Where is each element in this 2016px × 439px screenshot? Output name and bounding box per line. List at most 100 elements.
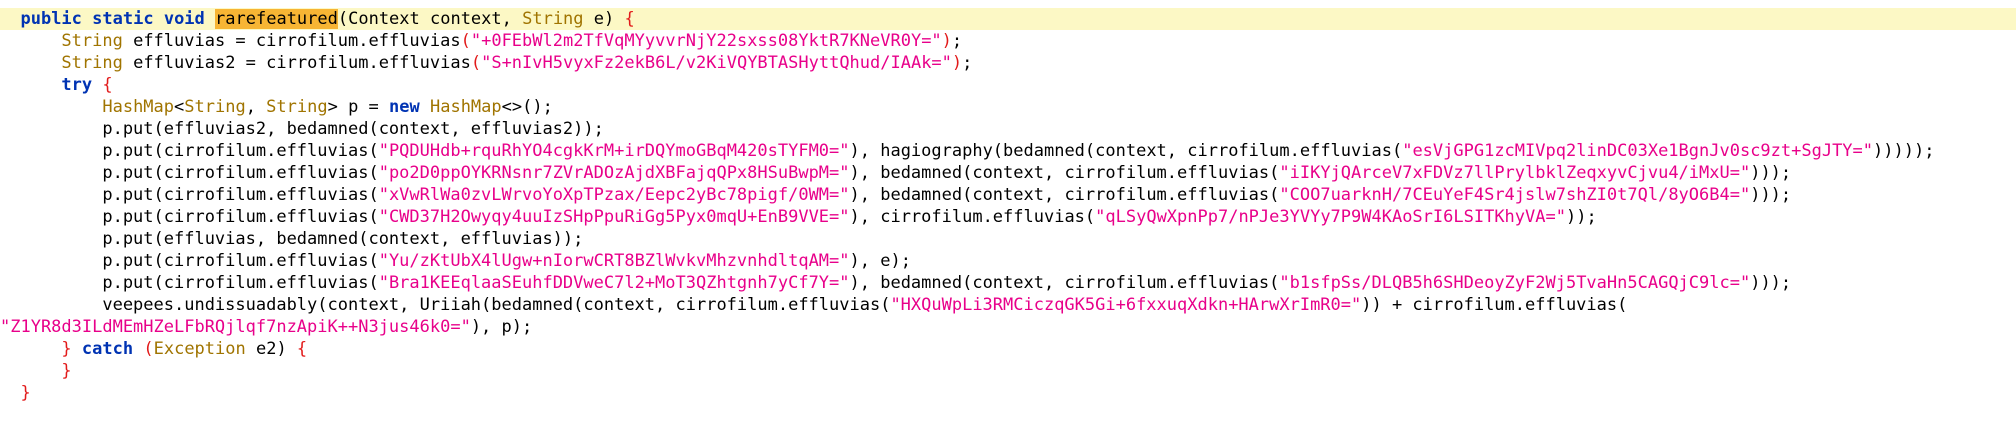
code-token: ), cirrofilum.effluvias( xyxy=(849,207,1096,227)
code-token: ; xyxy=(951,31,963,51)
code-line-current[interactable]: public static void rarefeatured(Context … xyxy=(0,8,2016,30)
code-line[interactable]: p.put(cirrofilum.effluvias("CWD37H2Owyqy… xyxy=(0,206,2016,228)
code-token: p.put(cirrofilum.effluvias( xyxy=(0,163,379,183)
code-line[interactable]: p.put(effluvias2, bedamned(context, effl… xyxy=(0,118,2016,140)
code-token: (Context context, xyxy=(337,9,523,29)
code-token: "esVjGPG1zcMIVpq2linDC03Xe1BgnJv0sc9zt+S… xyxy=(1402,141,1874,161)
code-token: HashMap xyxy=(102,97,175,117)
code-token: } xyxy=(61,361,72,381)
code-token: ) xyxy=(951,53,963,73)
code-token: HashMap xyxy=(429,97,502,117)
code-token: "+0FEbWl2m2TfVqMYyvvrNjY22sxss08YktR7KNe… xyxy=(470,31,942,51)
code-token: public xyxy=(20,9,82,29)
code-line[interactable]: p.put(cirrofilum.effluvias("po2D0ppOYKRN… xyxy=(0,162,2016,184)
code-token: ), bedamned(context, cirrofilum.effluvia… xyxy=(849,273,1280,293)
code-token: { xyxy=(624,9,635,29)
code-token: p.put(effluvias2, bedamned(context, effl… xyxy=(0,119,604,139)
code-token: effluvias = cirrofilum.effluvias xyxy=(122,31,461,51)
code-line[interactable]: p.put(cirrofilum.effluvias("PQDUHdb+rquR… xyxy=(0,140,2016,162)
code-token: "Z1YR8d3ILdMEmHZeLFbRQjlqf7nzApiK++N3jus… xyxy=(0,317,471,337)
code-token: catch xyxy=(81,339,134,359)
code-line[interactable]: p.put(cirrofilum.effluvias("Bra1KEEqlaaS… xyxy=(0,272,2016,294)
code-token: ( xyxy=(470,53,482,73)
code-line[interactable]: "Z1YR8d3ILdMEmHZeLFbRQjlqf7nzApiK++N3jus… xyxy=(0,316,2016,338)
code-token: String xyxy=(184,97,246,117)
code-line[interactable]: } xyxy=(0,360,2016,382)
code-line[interactable]: p.put(effluvias, bedamned(context, efflu… xyxy=(0,228,2016,250)
code-token: void xyxy=(163,9,205,29)
code-token: String xyxy=(266,97,328,117)
code-token: ), bedamned(context, cirrofilum.effluvia… xyxy=(849,163,1280,183)
code-token: ), bedamned(context, cirrofilum.effluvia… xyxy=(849,185,1280,205)
code-token: p.put(cirrofilum.effluvias( xyxy=(0,141,379,161)
code-line[interactable]: } xyxy=(0,382,2016,404)
code-line[interactable]: try { xyxy=(0,74,2016,96)
code-token: p.put(cirrofilum.effluvias( xyxy=(0,273,379,293)
code-token: > p = xyxy=(327,97,390,117)
code-token: Exception xyxy=(153,339,246,359)
code-token: "po2D0ppOYKRNsnr7ZVrADOzAjdXBFajqQPx8HSu… xyxy=(378,163,850,183)
code-token: static xyxy=(92,9,154,29)
code-token: "qLSyQwXpnPp7/nPJe3YVYy7P9W4KAoSrI6LSITK… xyxy=(1095,207,1566,227)
code-token: "S+nIvH5vyxFz2ekB6L/v2KiVQYBTASHyttQhud/… xyxy=(481,53,952,73)
code-token: ; xyxy=(542,97,553,117)
code-line[interactable]: } catch (Exception e2) { xyxy=(0,338,2016,360)
code-token: String xyxy=(61,31,123,51)
code-token: effluvias2 = cirrofilum.effluvias xyxy=(122,53,471,73)
code-token: ( xyxy=(143,339,154,359)
code-line[interactable]: HashMap<String, String> p = new HashMap<… xyxy=(0,96,2016,118)
code-token: "b1sfpSs/DLQB5h6SHDeoyZyF2Wj5TvaHn5CAGQj… xyxy=(1279,273,1751,293)
code-token: "Bra1KEEqlaaSEuhfDDVweC7l2+MoT3QZhtgnh7y… xyxy=(378,273,850,293)
code-token: p.put(cirrofilum.effluvias( xyxy=(0,251,379,271)
code-token: { xyxy=(296,339,308,359)
code-token: { xyxy=(102,75,113,95)
code-token: ), hagiography(bedamned(context, cirrofi… xyxy=(849,141,1403,161)
code-token: veepees.undissuadably(context, Uriiah(be… xyxy=(0,295,891,315)
code-token: ; xyxy=(962,53,973,73)
code-token: , xyxy=(245,97,267,117)
code-token: e) xyxy=(583,9,625,29)
code-token: ), p); xyxy=(470,317,533,337)
search-highlight: eatured xyxy=(266,9,338,29)
code-token: "xVwRlWa0zvLWrvoYoXpTPzax/Eepc2yBc78pigf… xyxy=(378,185,850,205)
code-token: String xyxy=(61,53,123,73)
code-token: "iIKYjQArceV7xFDVz7llPrylbklZeqxyvCjvu4/… xyxy=(1279,163,1751,183)
code-line[interactable]: String effluvias = cirrofilum.effluvias(… xyxy=(0,30,2016,52)
code-line[interactable]: veepees.undissuadably(context, Uriiah(be… xyxy=(0,294,2016,316)
code-token: <>() xyxy=(501,97,543,117)
code-line[interactable]: p.put(cirrofilum.effluvias("xVwRlWa0zvLW… xyxy=(0,184,2016,206)
code-token: ) xyxy=(941,31,952,51)
code-token: } xyxy=(61,339,72,359)
code-token: String xyxy=(522,9,584,29)
code-token: "Yu/zKtUbX4lUgw+nIorwCRT8BZlWvkvMhzvnhdl… xyxy=(378,251,850,271)
code-token: "PQDUHdb+rquRhYO4cgkKrM+irDQYmoGBqM420sT… xyxy=(378,141,850,161)
code-editor[interactable]: public static void rarefeatured(Context … xyxy=(0,0,2016,439)
code-token: )) + cirrofilum.effluvias( xyxy=(1361,295,1628,315)
code-token: p.put(cirrofilum.effluvias( xyxy=(0,207,379,227)
code-token: )); xyxy=(1565,207,1597,227)
code-token: "HXQuWpLi3RMCiczqGK5Gi+6fxxuqXdkn+HArwXr… xyxy=(890,295,1362,315)
code-token: ))); xyxy=(1750,273,1792,293)
code-line[interactable]: p.put(cirrofilum.effluvias("Yu/zKtUbX4lU… xyxy=(0,250,2016,272)
code-token: p.put(cirrofilum.effluvias( xyxy=(0,185,379,205)
code-line[interactable]: String effluvias2 = cirrofilum.effluvias… xyxy=(0,52,2016,74)
code-token: new xyxy=(389,97,420,117)
search-highlight: raref xyxy=(215,9,267,29)
code-token: ( xyxy=(460,31,471,51)
code-token: try xyxy=(61,75,93,95)
code-token: ))); xyxy=(1750,163,1792,183)
